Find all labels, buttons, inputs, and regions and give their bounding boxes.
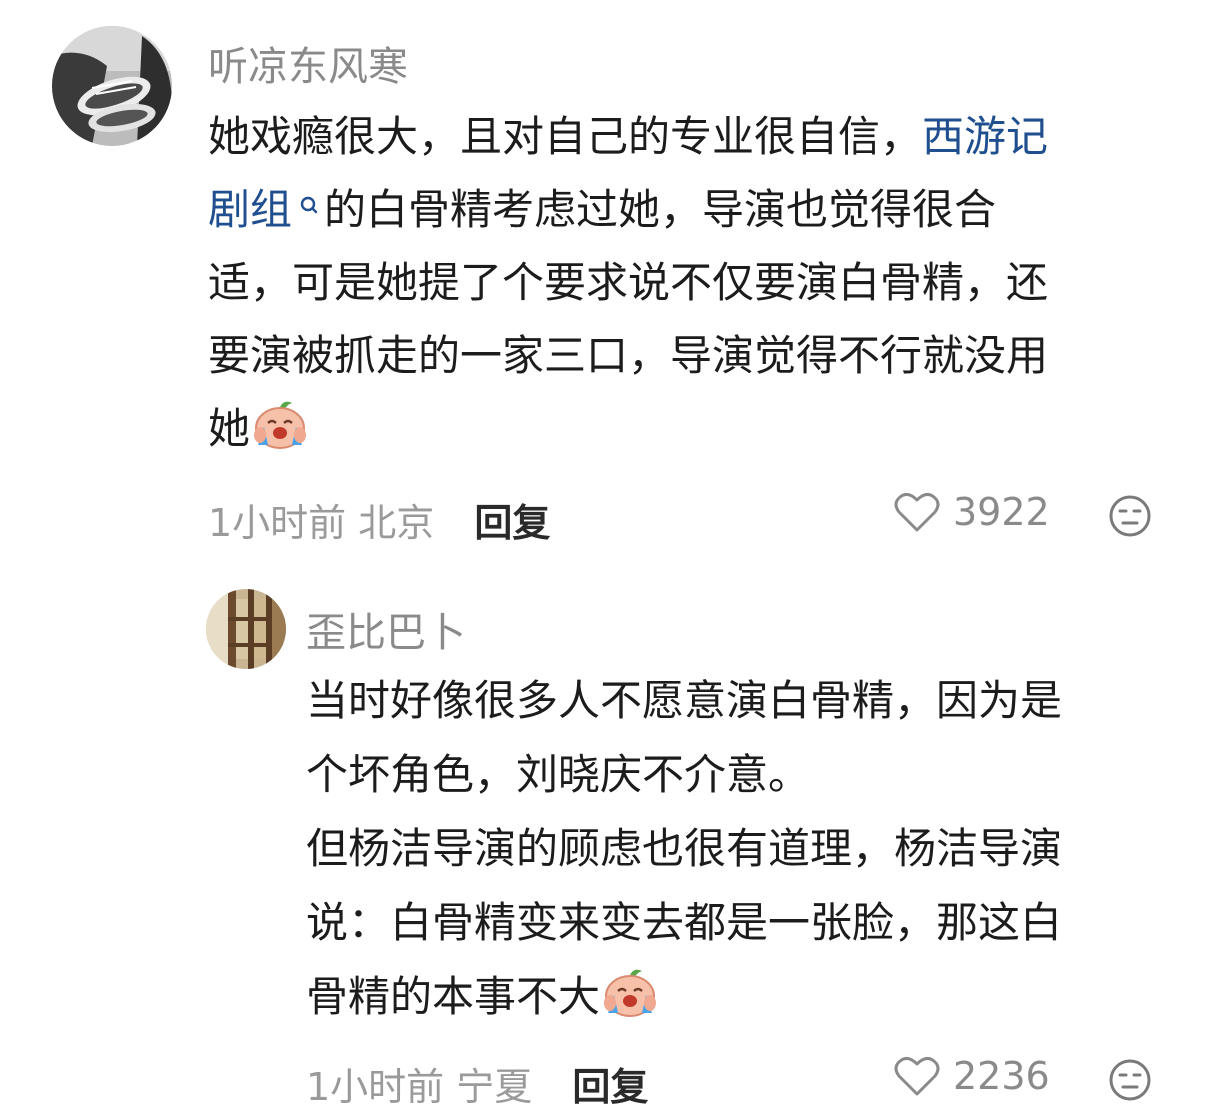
- comment-line: 但杨洁导演的顾虑也很有道理，杨洁导演: [306, 824, 1063, 873]
- user-avatar[interactable]: [52, 26, 172, 146]
- like-button[interactable]: 2236: [893, 1054, 1050, 1098]
- heart-outline-icon: [894, 1057, 940, 1096]
- comment-line: 当时好像很多人不愿意演白骨精，因为是: [306, 676, 1063, 725]
- reply-button[interactable]: 回复: [572, 1065, 648, 1109]
- search-link[interactable]: 剧组: [208, 185, 292, 234]
- heart-outline-icon: [894, 493, 940, 532]
- crying-peach-emoji-icon: [600, 966, 657, 1040]
- comment-line: 说：白骨精变来变去都是一张脸，那这白: [306, 898, 1063, 947]
- comment-line: 骨精的本事不大: [306, 960, 1062, 1040]
- username[interactable]: 歪比巴卜: [306, 600, 466, 658]
- comment-line: 个坏角色，刘晓庆不介意。: [306, 750, 811, 799]
- text-segment: 她: [208, 404, 251, 453]
- like-button[interactable]: 3922: [893, 490, 1050, 534]
- comment-text: 她戏瘾很大，且对自己的专业很自信，西游记 剧组 的白骨精考虑过她，导演也觉得很合 …: [208, 100, 1048, 471]
- like-count: 2236: [953, 1054, 1050, 1098]
- like-count: 3922: [953, 490, 1050, 534]
- text-segment: 的白骨精考虑过她，导演也觉得很合: [324, 185, 997, 234]
- text-segment: 骨精的本事不大: [306, 972, 601, 1021]
- comment-meta: 1小时前 北京 回复: [208, 492, 550, 547]
- text-segment: 她戏瘾很大，且对自己的专业很自信，: [208, 112, 923, 161]
- avatar-photo: [52, 26, 172, 146]
- comment-line: 她戏瘾很大，且对自己的专业很自信，西游记: [208, 100, 1048, 173]
- avatar-photo: [206, 589, 286, 669]
- comment-line: 要演被抓走的一家三口，导演觉得不行就没用: [208, 331, 1049, 380]
- comment-location: 北京: [358, 501, 435, 545]
- comment-meta: 1小时前 宁夏 回复: [306, 1056, 648, 1111]
- comment-time: 1小时前: [306, 1065, 445, 1109]
- crying-peach-emoji-icon: [250, 398, 307, 471]
- comment-location: 宁夏: [456, 1065, 533, 1109]
- comment-line: 她: [208, 392, 1048, 471]
- comment-time: 1小时前: [208, 501, 347, 545]
- reply-button[interactable]: 回复: [474, 501, 550, 545]
- search-icon[interactable]: [298, 173, 320, 246]
- search-link[interactable]: 西游记: [922, 112, 1048, 161]
- neutral-face-icon[interactable]: [1108, 494, 1152, 542]
- user-avatar[interactable]: [206, 589, 286, 669]
- comment-text: 当时好像很多人不愿意演白骨精，因为是 个坏角色，刘晓庆不介意。 但杨洁导演的顾虑…: [306, 664, 1062, 1040]
- neutral-face-icon[interactable]: [1108, 1058, 1152, 1106]
- comment-line: 适，可是她提了个要求说不仅要演白骨精，还: [208, 258, 1049, 307]
- username[interactable]: 听凉东风寒: [208, 34, 408, 92]
- comment-line: 剧组 的白骨精考虑过她，导演也觉得很合: [208, 173, 1048, 246]
